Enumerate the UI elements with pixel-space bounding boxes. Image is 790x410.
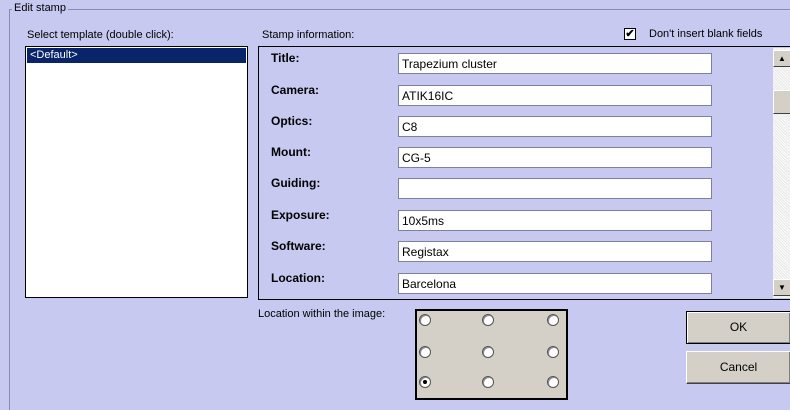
cancel-button[interactable]: Cancel bbox=[686, 351, 790, 384]
scroll-down-arrow-icon[interactable]: ▼ bbox=[773, 279, 790, 296]
camera-label: Camera: bbox=[271, 83, 320, 97]
location-label: Location: bbox=[271, 271, 325, 285]
title-label: Title: bbox=[271, 51, 300, 65]
location-input[interactable] bbox=[398, 273, 712, 294]
mount-input[interactable] bbox=[398, 147, 712, 168]
checkmark-icon: ✔ bbox=[625, 28, 635, 40]
radio-bottom-right[interactable] bbox=[547, 376, 559, 388]
software-label: Software: bbox=[271, 239, 326, 253]
radio-bottom-left[interactable] bbox=[419, 376, 431, 388]
radio-middle-left[interactable] bbox=[419, 346, 431, 358]
vertical-scrollbar[interactable]: ▲ ▼ bbox=[773, 48, 790, 298]
ok-button[interactable]: OK bbox=[686, 311, 790, 344]
title-input[interactable] bbox=[398, 53, 712, 74]
software-input[interactable] bbox=[398, 241, 712, 262]
dont-insert-blank-checkbox[interactable]: ✔ bbox=[624, 28, 636, 40]
radio-middle-center[interactable] bbox=[482, 346, 494, 358]
camera-input[interactable] bbox=[398, 85, 712, 106]
optics-input[interactable] bbox=[398, 116, 712, 137]
radio-top-center[interactable] bbox=[482, 314, 494, 326]
guiding-label: Guiding: bbox=[271, 176, 321, 190]
template-list[interactable]: <Default> bbox=[25, 46, 248, 298]
stamp-information-panel: Title: Camera: Optics: Mount: Guiding: E… bbox=[258, 46, 790, 300]
edit-stamp-title: Edit stamp bbox=[12, 2, 68, 14]
location-within-image-label: Location within the image: bbox=[258, 308, 386, 320]
guiding-input[interactable] bbox=[398, 178, 712, 199]
radio-bottom-center[interactable] bbox=[482, 376, 494, 388]
exposure-input[interactable] bbox=[398, 210, 712, 231]
dont-insert-blank-label: Don't insert blank fields bbox=[649, 28, 763, 40]
optics-label: Optics: bbox=[271, 114, 313, 128]
scrollbar-thumb[interactable] bbox=[773, 90, 790, 114]
exposure-label: Exposure: bbox=[271, 208, 330, 222]
radio-top-right[interactable] bbox=[547, 314, 559, 326]
scroll-up-arrow-icon[interactable]: ▲ bbox=[773, 50, 790, 67]
location-radio-grid bbox=[415, 309, 568, 400]
radio-top-left[interactable] bbox=[419, 314, 431, 326]
stamp-information-label: Stamp information: bbox=[262, 29, 355, 41]
select-template-label: Select template (double click): bbox=[27, 29, 174, 41]
radio-middle-right[interactable] bbox=[547, 346, 559, 358]
template-item-default[interactable]: <Default> bbox=[27, 48, 246, 63]
mount-label: Mount: bbox=[271, 145, 311, 159]
